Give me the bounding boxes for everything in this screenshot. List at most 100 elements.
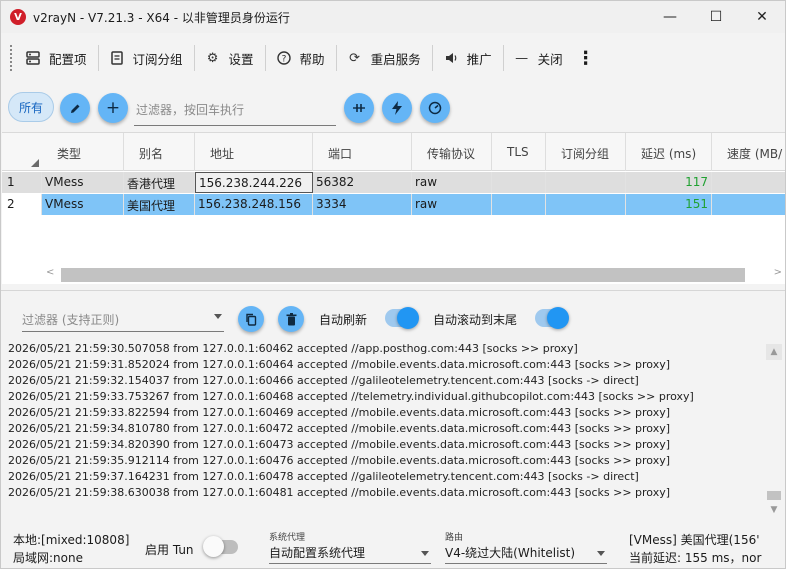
log-vertical-scrollbar[interactable]: ▲ ▼ <box>766 344 782 520</box>
subscription-menu-button[interactable]: 订阅分组 <box>102 43 191 73</box>
row-index: 1 <box>2 172 42 193</box>
scroll-up-icon[interactable]: ▲ <box>766 344 782 360</box>
cell-type: VMess <box>42 172 124 193</box>
log-line: 2026/05/21 21:59:31.852024 from 127.0.0.… <box>8 358 671 371</box>
close-window-button[interactable]: ✕ <box>739 1 785 33</box>
close-app-button[interactable]: — 关闭 <box>507 43 571 73</box>
row-index: 2 <box>2 194 42 215</box>
panel-splitter[interactable] <box>1 290 785 291</box>
settings-menu-label: 设置 <box>228 51 254 67</box>
toggle-knob <box>547 307 569 329</box>
server-list-grid: 类型 别名 地址 端口 传输协议 TLS 订阅分组 延迟 (ms) 速度 (MB… <box>2 132 785 284</box>
cell-subgroup <box>546 172 626 193</box>
subscription-menu-label: 订阅分组 <box>132 51 183 67</box>
scrollbar-thumb[interactable] <box>767 491 781 500</box>
chevron-down-icon <box>421 551 429 556</box>
column-header-delay[interactable]: 延迟 (ms) <box>626 133 712 171</box>
log-line: 2026/05/21 21:59:38.630038 from 127.0.0.… <box>8 486 671 499</box>
table-row[interactable]: 1 VMess 香港代理 156.238.244.226 56382 raw 1… <box>2 172 785 193</box>
subscription-icon <box>110 51 124 65</box>
help-menu-label: 帮助 <box>299 51 325 67</box>
v2rayn-logo-icon: V <box>10 9 26 25</box>
lightning-speedtest-icon[interactable] <box>382 93 412 123</box>
profiles-menu-label: 配置项 <box>49 51 87 67</box>
auto-refresh-toggle[interactable] <box>385 307 419 329</box>
column-header-port[interactable]: 端口 <box>313 133 412 171</box>
sysproxy-select[interactable]: 自动配置系统代理 <box>269 540 431 564</box>
cell-address: 156.238.248.156 <box>195 194 313 215</box>
sysproxy-value: 自动配置系统代理 <box>269 546 366 560</box>
server-icon <box>26 51 40 65</box>
title-bar: V v2rayN - V7.21.3 - X64 - 以非管理员身份运行 — ☐… <box>1 1 785 33</box>
add-plus-icon[interactable]: + <box>98 93 128 123</box>
auto-scroll-toggle[interactable] <box>535 307 569 329</box>
minimize-button[interactable]: — <box>647 1 693 33</box>
window-title: v2rayN - V7.21.3 - X64 - 以非管理员身份运行 <box>33 10 290 25</box>
cell-speed <box>712 172 785 193</box>
all-groups-tab[interactable]: 所有 <box>8 92 54 122</box>
speedometer-icon[interactable] <box>420 93 450 123</box>
column-header-tls[interactable]: TLS <box>492 133 546 171</box>
svg-text:?: ? <box>281 55 286 65</box>
cell-subgroup <box>546 194 626 215</box>
profiles-menu-button[interactable]: 配置项 <box>18 43 95 73</box>
routing-select[interactable]: V4-绕过大陆(Whitelist) <box>445 540 607 564</box>
settings-menu-button[interactable]: ⚙ 设置 <box>198 43 262 73</box>
maximize-button[interactable]: ☐ <box>693 1 739 33</box>
more-options-icon[interactable]: ⋮ <box>571 43 601 73</box>
gear-icon: ⚙ <box>206 50 219 66</box>
cell-speed <box>712 194 785 215</box>
log-line: 2026/05/21 21:59:33.753267 from 127.0.0.… <box>8 390 694 403</box>
cell-alias: 香港代理 <box>124 172 195 193</box>
toolbar-divider <box>193 45 195 71</box>
column-header-speed[interactable]: 速度 (MB/ <box>712 133 785 171</box>
column-header-type[interactable]: 类型 <box>42 133 124 171</box>
promotion-button[interactable]: 推广 <box>436 43 500 73</box>
log-line: 2026/05/21 21:59:30.507058 from 127.0.0.… <box>8 342 578 355</box>
log-line: 2026/05/21 21:59:32.154037 from 127.0.0.… <box>8 374 639 387</box>
column-header-transport[interactable]: 传输协议 <box>412 133 492 171</box>
column-header-alias[interactable]: 别名 <box>124 133 195 171</box>
main-window: V v2rayN - V7.21.3 - X64 - 以非管理员身份运行 — ☐… <box>0 0 786 569</box>
scroll-left-icon[interactable]: < <box>46 267 54 278</box>
edit-pencil-icon[interactable] <box>60 93 90 123</box>
tun-toggle[interactable] <box>203 536 238 557</box>
log-toolbar: 过滤器 (支持正则) 自动刷新 自动滚动到末尾 <box>1 301 785 341</box>
help-icon: ? <box>276 51 291 65</box>
current-server-text: [VMess] 美国代理(156' <box>629 533 760 547</box>
column-header-address[interactable]: 地址 <box>195 133 313 171</box>
toolbar-divider <box>264 45 266 71</box>
trash-icon[interactable] <box>278 306 304 332</box>
scroll-down-icon[interactable]: ▼ <box>766 502 782 518</box>
column-header-subgroup[interactable]: 订阅分组 <box>546 133 626 171</box>
cell-delay: 117 <box>626 172 712 193</box>
copy-icon[interactable] <box>238 306 264 332</box>
current-delay-text: 当前延迟: 155 ms，nor <box>629 551 762 565</box>
restart-service-button[interactable]: ⟳ 重启服务 <box>340 43 429 73</box>
minus-icon: — <box>515 50 529 66</box>
table-row-selected[interactable]: 2 VMess 美国代理 156.238.248.156 3334 raw 15… <box>2 194 785 215</box>
cell-port: 56382 <box>313 172 412 193</box>
horizontal-scrollbar[interactable]: < > <box>44 267 785 283</box>
toolbar-grip[interactable] <box>10 45 14 71</box>
connectivity-test-icon[interactable] <box>344 93 374 123</box>
help-menu-button[interactable]: ? 帮助 <box>269 43 333 73</box>
scrollbar-thumb[interactable] <box>61 268 745 282</box>
cell-type: VMess <box>42 194 124 215</box>
auto-scroll-label: 自动滚动到末尾 <box>433 313 518 327</box>
profile-filter-input[interactable]: 过滤器，按回车执行 <box>134 95 336 126</box>
restart-icon: ⟳ <box>349 50 361 66</box>
cell-tls <box>492 194 546 215</box>
cell-alias: 美国代理 <box>124 194 195 215</box>
promotion-label: 推广 <box>466 51 492 67</box>
select-all-corner[interactable] <box>31 159 39 167</box>
toolbar-divider <box>335 45 337 71</box>
cell-address: 156.238.244.226 <box>195 172 313 193</box>
log-filter-input[interactable]: 过滤器 (支持正则) <box>22 306 224 332</box>
log-line: 2026/05/21 21:59:35.912114 from 127.0.0.… <box>8 454 671 467</box>
chevron-down-icon <box>214 314 222 319</box>
cell-transport: raw <box>412 194 492 215</box>
scroll-right-icon[interactable]: > <box>774 267 782 278</box>
status-bar: 本地:[mixed:10808] 局域网:none 启用 Tun 系统代理 自动… <box>1 523 785 569</box>
log-line: 2026/05/21 21:59:34.820390 from 127.0.0.… <box>8 438 671 451</box>
